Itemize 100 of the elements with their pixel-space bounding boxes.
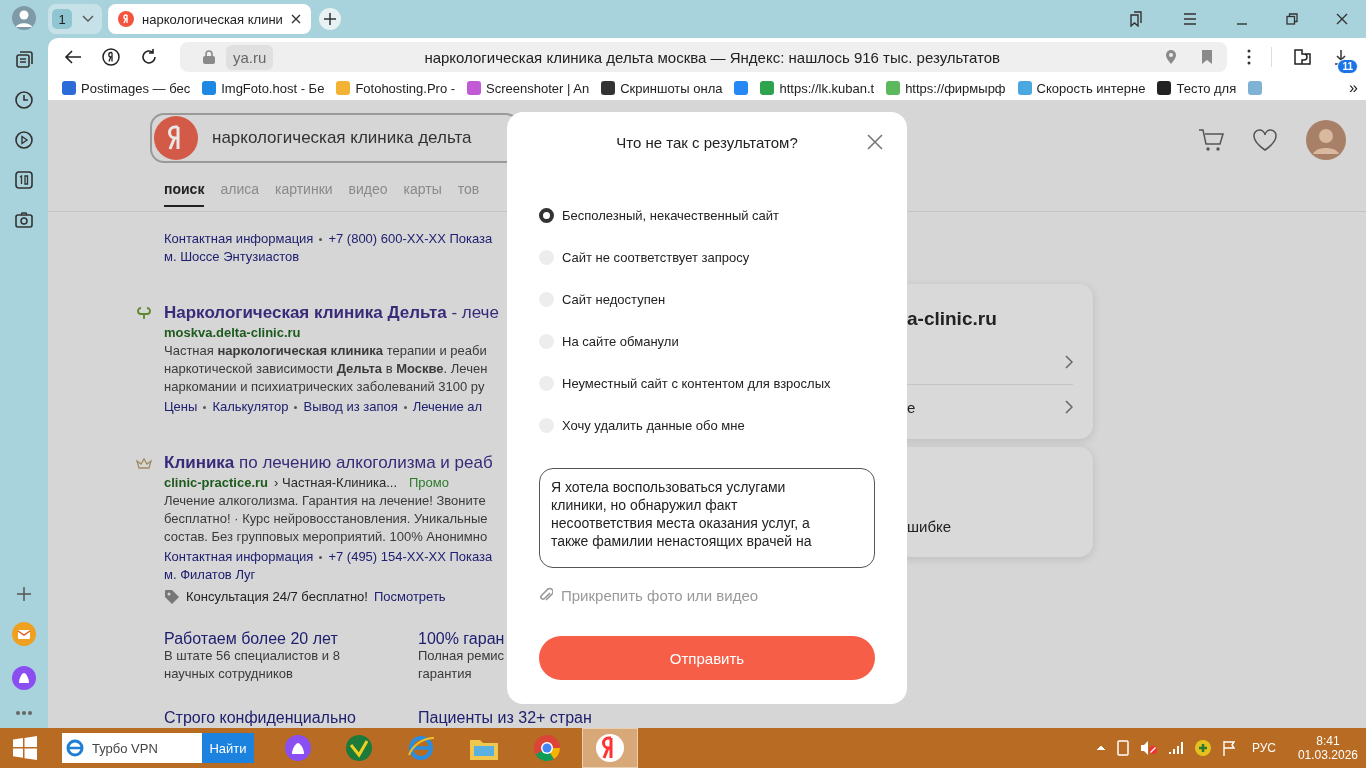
ten-icon[interactable]	[14, 170, 34, 190]
sitelink[interactable]: Калькулятор	[212, 398, 289, 416]
collections-icon[interactable]	[14, 50, 34, 70]
search-tab[interactable]: поиск	[164, 181, 205, 207]
feature-text: В штате 56 специалистов и 8 научных сотрудников	[164, 647, 340, 683]
separator-dot	[203, 405, 207, 409]
play-icon[interactable]	[14, 130, 34, 150]
flag-icon[interactable]	[1221, 740, 1236, 756]
phone-link[interactable]: +7 (800) 600-XX-XX Показа	[328, 230, 493, 248]
offer-link[interactable]: Посмотреть	[373, 588, 446, 606]
result-url-link[interactable]: clinic-practice.ru	[164, 474, 269, 492]
bookmark-icon[interactable]	[1201, 49, 1213, 65]
feature-title-link[interactable]: Работаем более 20 лет	[164, 630, 338, 647]
contacts-link[interactable]: Контактная информация	[164, 548, 314, 566]
address-link[interactable]: м. Шоссе Энтузиастов	[164, 248, 300, 266]
option-label[interactable]: Сайт недоступен	[562, 291, 666, 307]
search-button[interactable]: Найти	[202, 733, 254, 763]
menu-row-text[interactable]: e	[907, 398, 916, 416]
reload-icon[interactable]	[140, 48, 158, 66]
plus-icon[interactable]	[16, 586, 32, 602]
caret-up-icon[interactable]	[1095, 745, 1106, 751]
bookmark[interactable]: Screenshoter | An	[467, 80, 590, 96]
bookmark[interactable]: Postimages — бес	[62, 80, 191, 96]
back-arrow-icon[interactable]	[64, 49, 82, 65]
option-label[interactable]: Сайт не соответствует запросу	[562, 249, 750, 265]
phone-link[interactable]: +7 (495) 154-XX-XX Показа	[328, 548, 493, 566]
signal-bars-icon[interactable]	[1167, 741, 1184, 755]
bookmark[interactable]: Тесто для	[1157, 80, 1237, 96]
card-text: шибке	[907, 518, 952, 535]
result-url-link[interactable]: moskva.delta-clinic.ru	[164, 324, 301, 342]
feature-title-link[interactable]: Строго конфиденциально	[164, 709, 356, 726]
result-title-link[interactable]: Клиника по лечению алкоголизма и реаб	[164, 452, 493, 474]
contacts-link[interactable]: Контактная информация	[164, 230, 314, 248]
sitelink[interactable]: Вывод из запоя	[303, 398, 398, 416]
bookmark[interactable]: Fotohosting.Pro -	[336, 80, 456, 96]
option-label[interactable]: Бесполезный, некачественный сайт	[562, 207, 780, 223]
alice-icon[interactable]	[12, 666, 36, 690]
domain-pill[interactable]: ya.ru	[226, 44, 274, 70]
bookmark[interactable]: https://фирмырф	[886, 80, 1006, 96]
bookmark[interactable]: Скорость интерне	[1017, 80, 1146, 96]
bookmark[interactable]: Скриншоты онла	[601, 80, 723, 96]
extensions-icon[interactable]	[1292, 48, 1312, 66]
more-icon[interactable]	[15, 710, 33, 716]
taskbar-app-button[interactable]	[582, 728, 638, 768]
separator-dot	[319, 555, 323, 559]
tab-group-button[interactable]: 1	[48, 4, 102, 34]
option-label[interactable]: Хочу удалить данные обо мне	[562, 417, 745, 433]
history-icon[interactable]	[14, 90, 34, 110]
bookmark[interactable]: https://lk.kuban.t	[760, 80, 875, 96]
bookmark-icon[interactable]	[1248, 81, 1263, 95]
feature-title-link[interactable]: 100% гаран	[418, 630, 505, 647]
more-bookmarks-button[interactable]: »	[1349, 79, 1358, 97]
avatar-icon[interactable]	[1306, 120, 1346, 160]
browser-tab[interactable]: наркологическая клини	[108, 4, 311, 34]
new-tab-icon[interactable]	[318, 8, 341, 30]
yandex-logo-icon	[118, 11, 134, 27]
breadcrumb-link[interactable]: › Частная-Клиника...	[274, 474, 397, 492]
sitelink[interactable]: Цены	[164, 398, 198, 416]
browser-e-icon[interactable]	[406, 733, 436, 763]
close-icon[interactable]	[290, 14, 301, 24]
yandex-button-icon[interactable]	[102, 48, 120, 66]
location-pin-icon[interactable]	[1165, 49, 1177, 65]
chrome-icon[interactable]	[532, 733, 562, 763]
checkmark-app-icon[interactable]	[344, 733, 374, 763]
speaker-muted-icon[interactable]	[1139, 740, 1158, 756]
tag-icon	[164, 589, 180, 605]
comment-field[interactable]: Я хотела воспользоваться услугами клиники, но обнаружил факт несоответствия места оказания услуг, а также фамилии ненастоящих врачей на	[539, 468, 875, 568]
option-label[interactable]: Неуместный сайт с контентом для взрослых	[562, 375, 831, 391]
profile-icon[interactable]	[12, 6, 36, 30]
heart-icon[interactable]	[1252, 128, 1278, 152]
result-title-link[interactable]: Наркологическая клиника Дельта - лече	[164, 302, 499, 324]
network-icon[interactable]	[1193, 739, 1212, 757]
cart-icon[interactable]	[1198, 128, 1224, 152]
restore-icon[interactable]	[1286, 13, 1298, 25]
camera-icon[interactable]	[14, 210, 34, 230]
more-vertical-icon[interactable]	[1247, 49, 1251, 65]
option-label[interactable]: На сайте обманули	[562, 333, 679, 349]
bookmark[interactable]: ImgFoto.host - Бе	[202, 80, 325, 96]
address-bar[interactable]: ya.ru наркологическая клиника дельта москва — Яндекс: нашлось 916 тыс. результатов	[180, 42, 1227, 72]
tab-title: наркологическая клини	[142, 11, 283, 27]
close-icon[interactable]	[1336, 13, 1348, 25]
alice-icon[interactable]	[284, 734, 312, 762]
address-link[interactable]: м. Филатов Луг	[164, 566, 256, 584]
chevron-right-icon[interactable]	[1065, 355, 1073, 369]
sitelink[interactable]: Лечение ал	[412, 398, 483, 416]
language-indicator[interactable]: РУС	[1251, 741, 1276, 755]
menu-icon[interactable]	[1182, 12, 1198, 26]
windows-start-icon[interactable]	[12, 736, 38, 760]
search-field[interactable]: Турбо VPN	[88, 733, 202, 763]
mail-icon[interactable]	[12, 622, 36, 646]
chevron-right-icon[interactable]	[1065, 400, 1073, 414]
chevron-down-icon[interactable]	[82, 15, 94, 23]
clock[interactable]: 8:41 01.03.2026	[1297, 734, 1358, 762]
feature-text: Полная ремис гарантия	[418, 647, 505, 683]
feature-title-link[interactable]: Пациенты из 32+ стран	[418, 709, 592, 726]
device-icon[interactable]	[1115, 740, 1130, 756]
promo-label: Промо	[409, 474, 449, 492]
radio-button[interactable]	[539, 207, 554, 223]
bookmarks-icon[interactable]	[1128, 11, 1144, 27]
bookmark-icon[interactable]	[734, 81, 749, 95]
